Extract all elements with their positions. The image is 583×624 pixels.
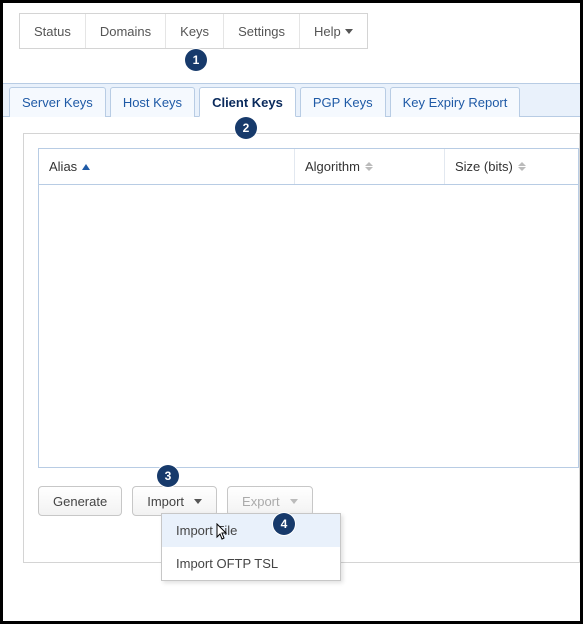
menu-import-file[interactable]: Import File (162, 514, 340, 547)
button-label: Generate (53, 494, 107, 509)
nav-label: Keys (180, 24, 209, 39)
keys-panel: Alias Algorithm Size (bits) Generate Imp (23, 133, 580, 563)
col-size[interactable]: Size (bits) (445, 149, 578, 184)
tab-label: Host Keys (123, 95, 182, 110)
nav-label: Domains (100, 24, 151, 39)
nav-status[interactable]: Status (20, 14, 86, 48)
tab-pgp-keys[interactable]: PGP Keys (300, 87, 386, 117)
tab-label: Key Expiry Report (403, 95, 508, 110)
action-button-row: Generate Import Export (38, 486, 579, 516)
col-label: Size (bits) (455, 159, 513, 174)
tab-label: Client Keys (212, 95, 283, 110)
button-label: Import (147, 494, 184, 509)
keys-table: Alias Algorithm Size (bits) (38, 148, 579, 468)
sort-asc-icon (82, 164, 90, 170)
generate-button[interactable]: Generate (38, 486, 122, 516)
tab-bar: Server Keys Host Keys Client Keys PGP Ke… (3, 83, 580, 117)
import-dropdown: Import File Import OFTP TSL (161, 513, 341, 581)
col-label: Alias (49, 159, 77, 174)
nav-help[interactable]: Help (300, 14, 367, 48)
callout-badge-4: 4 (273, 513, 295, 535)
tab-server-keys[interactable]: Server Keys (9, 87, 106, 117)
tab-label: Server Keys (22, 95, 93, 110)
button-label: Export (242, 494, 280, 509)
import-button[interactable]: Import (132, 486, 217, 516)
nav-label: Help (314, 24, 341, 39)
callout-badge-2: 2 (235, 117, 257, 139)
nav-domains[interactable]: Domains (86, 14, 166, 48)
top-nav: Status Domains Keys Settings Help (19, 13, 368, 49)
sort-both-icon (365, 162, 373, 171)
chevron-down-icon (345, 29, 353, 34)
menu-label: Import File (176, 523, 237, 538)
tab-key-expiry[interactable]: Key Expiry Report (390, 87, 521, 117)
col-label: Algorithm (305, 159, 360, 174)
col-algorithm[interactable]: Algorithm (295, 149, 445, 184)
export-button[interactable]: Export (227, 486, 313, 516)
nav-label: Settings (238, 24, 285, 39)
menu-label: Import OFTP TSL (176, 556, 278, 571)
menu-import-oftp-tsl[interactable]: Import OFTP TSL (162, 547, 340, 580)
sort-both-icon (518, 162, 526, 171)
callout-badge-1: 1 (185, 49, 207, 71)
nav-label: Status (34, 24, 71, 39)
table-body-empty (39, 185, 578, 467)
chevron-down-icon (290, 499, 298, 504)
tab-client-keys[interactable]: Client Keys (199, 87, 296, 117)
nav-settings[interactable]: Settings (224, 14, 300, 48)
chevron-down-icon (194, 499, 202, 504)
tab-label: PGP Keys (313, 95, 373, 110)
tab-host-keys[interactable]: Host Keys (110, 87, 195, 117)
callout-badge-3: 3 (157, 465, 179, 487)
app-frame: Status Domains Keys Settings Help Server… (0, 0, 583, 624)
col-alias[interactable]: Alias (39, 149, 295, 184)
table-header-row: Alias Algorithm Size (bits) (39, 149, 578, 185)
nav-keys[interactable]: Keys (166, 14, 224, 48)
